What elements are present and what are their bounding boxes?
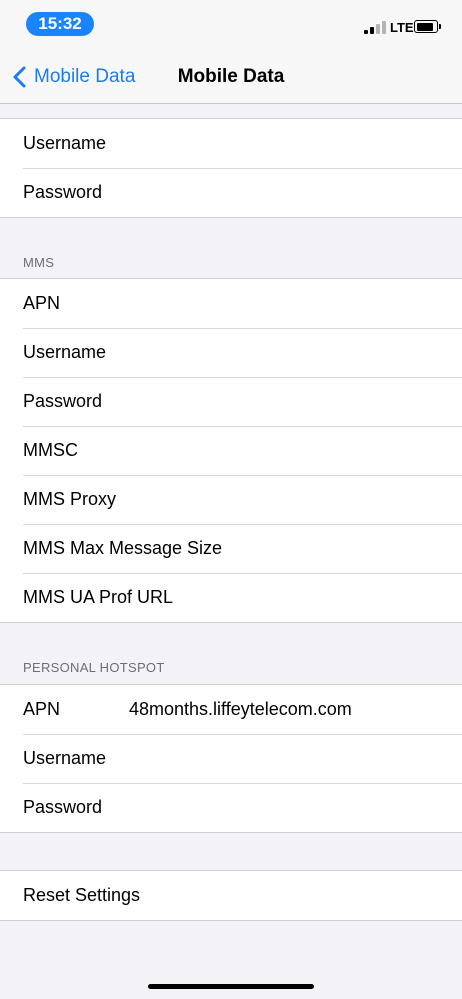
password-label: Password (23, 182, 103, 202)
list-item[interactable]: MMS UA Prof URL (0, 573, 462, 622)
list-item[interactable]: Password (0, 377, 462, 426)
network-type: LTE (390, 20, 414, 35)
list-item[interactable]: MMS Proxy (0, 475, 462, 524)
list-item[interactable]: Password (0, 783, 462, 832)
mms-ua-prof-url-label: MMS UA Prof URL (23, 587, 174, 607)
list-item[interactable]: APN 48months.liffeytelecom.com (0, 685, 462, 734)
list-item[interactable]: Username (0, 119, 462, 168)
signal-bar-2 (370, 27, 374, 34)
apn-label: APN (23, 699, 61, 719)
list-item[interactable]: APN (0, 279, 462, 328)
hotspot-section-header: PERSONAL HOTSPOT (23, 660, 165, 675)
list-item[interactable]: MMS Max Message Size (0, 524, 462, 573)
reset-group: Reset Settings (0, 870, 462, 921)
mms-section-header: MMS (23, 255, 55, 270)
status-bar: 15:32 LTE (0, 0, 462, 50)
status-time: 15:32 (38, 14, 82, 33)
hotspot-group: APN 48months.liffeytelecom.com Username … (0, 684, 462, 833)
username-label: Username (23, 342, 107, 362)
home-indicator (148, 984, 314, 989)
signal-bar-1 (364, 30, 368, 34)
reset-settings-button[interactable]: Reset Settings (0, 871, 462, 920)
username-label: Username (23, 748, 107, 768)
signal-bar-4 (382, 21, 386, 34)
battery-icon (414, 20, 441, 33)
apn-label: APN (23, 293, 61, 313)
back-button[interactable]: Mobile Data (12, 50, 135, 103)
password-label: Password (23, 391, 103, 411)
cellular-signal-icon (364, 20, 386, 34)
list-item[interactable]: Username (0, 328, 462, 377)
list-item[interactable]: Password (0, 168, 462, 217)
mmsc-label: MMSC (23, 440, 78, 460)
chevron-left-icon (13, 66, 26, 87)
signal-bar-3 (376, 24, 380, 34)
mms-proxy-label: MMS Proxy (23, 489, 117, 509)
mms-group: APN Username Password MMSC MMS Proxy MMS… (0, 278, 462, 623)
back-label: Mobile Data (34, 65, 136, 87)
list-item[interactable]: MMSC (0, 426, 462, 475)
mobile-data-group: Username Password (0, 118, 462, 218)
time-pill: 15:32 (26, 12, 94, 36)
username-label: Username (23, 133, 107, 153)
mms-max-size-label: MMS Max Message Size (23, 538, 223, 558)
password-label: Password (23, 797, 103, 817)
list-item[interactable]: Username (0, 734, 462, 783)
navigation-bar: Mobile Data Mobile Data (0, 50, 462, 104)
reset-settings-label: Reset Settings (23, 885, 141, 905)
apn-value: 48months.liffeytelecom.com (129, 699, 352, 719)
